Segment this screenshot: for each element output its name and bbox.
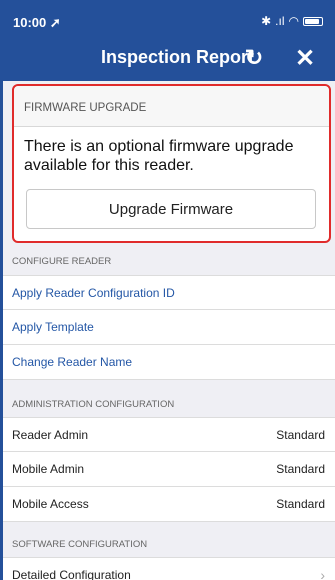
configure-reader-header: CONFIGURE READER [3, 256, 335, 267]
refresh-button[interactable]: ↻ [240, 44, 268, 72]
mobile-admin-label: Mobile Admin [12, 462, 85, 476]
apply-template-link[interactable]: Apply Template [3, 310, 335, 345]
refresh-icon: ↻ [244, 45, 264, 70]
close-icon: ✕ [294, 44, 316, 72]
reader-admin-value: Standard [276, 427, 325, 442]
mobile-admin-row[interactable]: Mobile Admin Standard [3, 452, 335, 487]
mobile-admin-value: Standard [276, 462, 325, 476]
reader-admin-row[interactable]: Reader Admin Standard [3, 417, 335, 452]
nav-header: 10:00 ➚ ✱ .ıl ◠ Inspection Report ↻ ✕ [0, 0, 335, 81]
close-button[interactable]: ✕ [291, 44, 319, 72]
page-title: Inspection Report [100, 47, 254, 67]
signal-icon: .ıl [275, 14, 285, 28]
detailed-configuration-row[interactable]: Detailed Configuration › [3, 557, 335, 580]
change-reader-name-link[interactable]: Change Reader Name [3, 345, 335, 380]
firmware-section-header: FIRMWARE UPGRADE [14, 86, 329, 127]
administration-configuration-header: ADMINISTRATION CONFIGURATION [3, 399, 335, 410]
chevron-right-icon: › [320, 566, 325, 580]
software-configuration-header: SOFTWARE CONFIGURATION [3, 539, 335, 550]
status-icons: ✱ .ıl ◠ [261, 14, 323, 28]
detailed-configuration-label: Detailed Configuration [12, 567, 131, 580]
report-content[interactable]: FIRMWARE UPGRADE There is an optional fi… [0, 81, 335, 580]
bluetooth-icon: ✱ [261, 14, 272, 28]
battery-icon [303, 16, 323, 26]
firmware-upgrade-card: FIRMWARE UPGRADE There is an optional fi… [12, 84, 331, 243]
wifi-icon: ◠ [288, 14, 299, 28]
mobile-access-row[interactable]: Mobile Access Standard [3, 487, 335, 522]
location-arrow-icon: ➚ [49, 15, 61, 30]
status-bar: 10:00 ➚ ✱ .ıl ◠ [0, 0, 335, 30]
upgrade-firmware-button[interactable]: Upgrade Firmware [26, 189, 316, 229]
apply-reader-configuration-id-link[interactable]: Apply Reader Configuration ID [3, 275, 335, 310]
mobile-access-value: Standard [276, 497, 325, 511]
mobile-access-label: Mobile Access [12, 497, 89, 511]
status-time: 10:00 ➚ [13, 15, 61, 30]
firmware-message: There is an optional firmware upgrade av… [24, 138, 294, 174]
reader-admin-label: Reader Admin [12, 427, 89, 442]
